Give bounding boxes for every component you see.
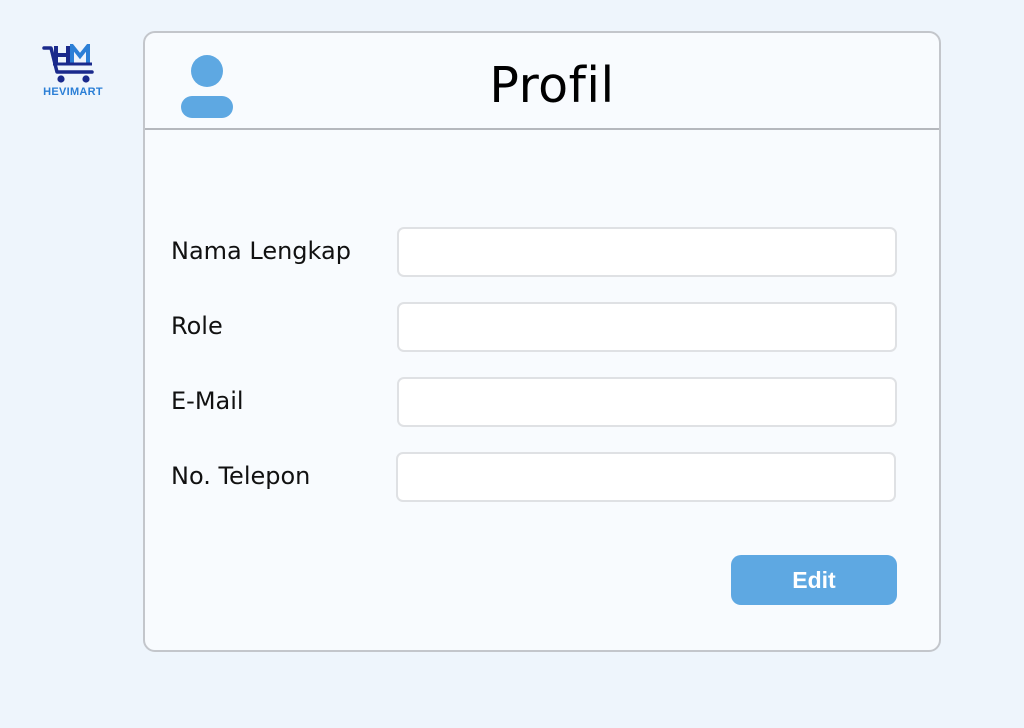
- role-label: Role: [171, 312, 223, 340]
- brand-name: HEVIMART: [43, 86, 103, 98]
- telepon-label: No. Telepon: [171, 462, 311, 490]
- card-header: Profil: [145, 33, 939, 130]
- cart-icon: [42, 44, 94, 83]
- form-row-role: Role: [145, 302, 939, 352]
- profile-card: Profil Nama Lengkap Role E-Mail No. Tele…: [143, 31, 941, 652]
- edit-button[interactable]: Edit: [731, 555, 897, 605]
- email-label: E-Mail: [171, 387, 244, 415]
- nama-lengkap-label: Nama Lengkap: [171, 237, 351, 265]
- form-row-email: E-Mail: [145, 377, 939, 427]
- telepon-field[interactable]: [396, 452, 896, 502]
- form-row-nama-lengkap: Nama Lengkap: [145, 227, 939, 277]
- brand-logo: HEVIMART: [38, 44, 108, 100]
- email-field[interactable]: [397, 377, 897, 427]
- nama-lengkap-field[interactable]: [397, 227, 897, 277]
- form-row-telepon: No. Telepon: [145, 452, 939, 502]
- page-title: Profil: [489, 57, 615, 114]
- role-field[interactable]: [397, 302, 897, 352]
